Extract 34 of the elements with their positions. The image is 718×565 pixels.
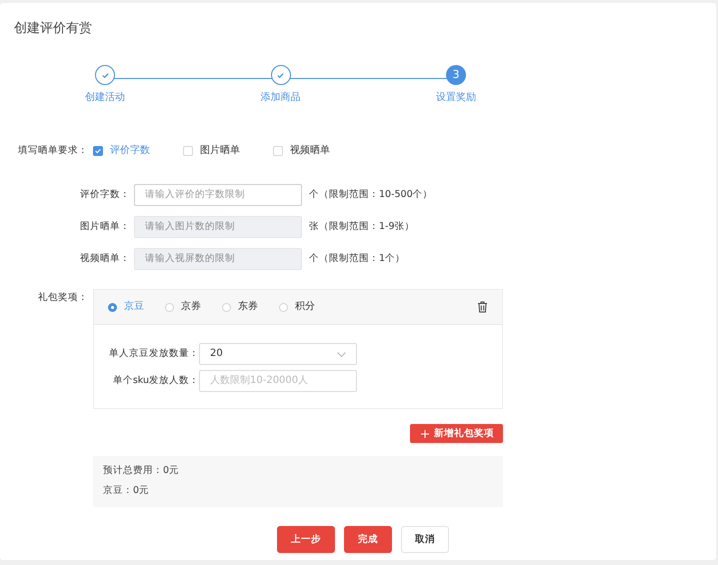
requirement-checkbox[interactable]: 评价字数 <box>93 145 150 157</box>
step-label: 创建活动 <box>85 92 125 104</box>
input-field[interactable]: 请输入评价的字数限制 <box>134 184 302 206</box>
range-hint: 个（限制范围：10-500个） <box>309 189 433 201</box>
gift-type-radio[interactable]: 积分 <box>279 301 315 313</box>
requirement-checkbox[interactable]: 图片晒单 <box>183 145 240 157</box>
range-hint: 张（限制范围：1-9张） <box>309 221 415 233</box>
field-label: 单人京豆发放数量： <box>108 348 199 360</box>
step-label: 设置奖励 <box>436 92 476 104</box>
chevron-down-icon <box>337 352 346 356</box>
gift-type-radio[interactable]: 东券 <box>222 301 258 313</box>
primary-button[interactable]: 上一步 <box>277 526 335 553</box>
step-number: 3 <box>446 65 466 85</box>
primary-button[interactable]: 完成 <box>344 526 392 553</box>
gift-type-radio[interactable]: 京券 <box>165 301 201 313</box>
plus-icon <box>421 430 429 438</box>
gift-type-radio[interactable]: 京豆 <box>108 301 144 313</box>
field-label: 视频晒单： <box>79 253 130 265</box>
range-hint: 个（限制范围：1个） <box>309 253 406 265</box>
field-label: 图片晒单： <box>79 221 130 233</box>
field-label: 单个sku发放人数： <box>112 375 199 387</box>
field-label: 评价字数： <box>79 189 130 201</box>
step-label: 添加商品 <box>260 92 300 104</box>
field-label: 填写晒单要求： <box>17 145 88 156</box>
trash-icon[interactable] <box>477 301 488 313</box>
summary-text: 京豆：0元 <box>103 485 150 497</box>
field-label: 礼包奖项： <box>37 291 88 304</box>
add-gift-button[interactable]: 新增礼包奖项 <box>410 424 503 443</box>
quantity-select[interactable]: 20 <box>199 343 357 365</box>
check-icon <box>94 147 102 155</box>
page-title: 创建评价有赏 <box>13 20 93 37</box>
summary-text: 预计总费用：0元 <box>103 465 180 476</box>
requirement-checkbox[interactable]: 视频晒单 <box>273 145 330 157</box>
cancel-button[interactable]: 取消 <box>401 526 449 553</box>
